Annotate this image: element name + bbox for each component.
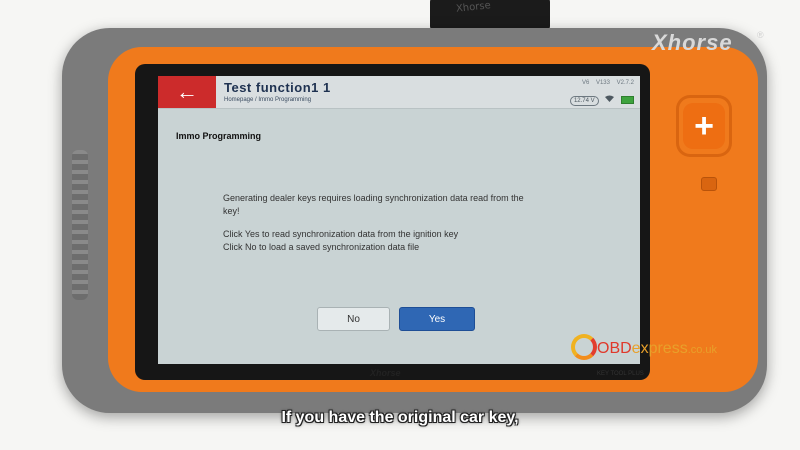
model-label: KEY TOOL PLUS	[597, 371, 644, 377]
watermark-tld: .co.uk	[687, 344, 718, 356]
watermark-express: express	[631, 340, 688, 357]
back-button[interactable]: ←	[158, 76, 216, 108]
status-indicators: 12.74 V	[569, 95, 634, 106]
bottom-brand-logo: Xhorse	[370, 368, 401, 378]
dialog-heading: Immo Programming	[176, 131, 262, 141]
device-screen: ← Test function1 1 Homepage / Immo Progr…	[158, 76, 640, 364]
dialog-message-line3: Click Yes to read synchronization data f…	[223, 229, 459, 239]
left-grip	[72, 150, 88, 300]
watermark-obd: OBD	[597, 340, 632, 357]
no-button[interactable]: No	[317, 307, 390, 331]
status-versions: V6 V133 V2.7.2	[577, 80, 634, 86]
dialog-message-line4: Click No to load a saved synchronization…	[223, 242, 420, 252]
battery-icon	[621, 96, 634, 105]
dialog-message-line2: key!	[223, 206, 240, 216]
registered-mark: ®	[757, 30, 764, 40]
app-titlebar: ← Test function1 1 Homepage / Immo Progr…	[158, 76, 640, 109]
breadcrumb: Homepage / Immo Programming	[224, 97, 312, 103]
brand-logo: Xhorse	[652, 30, 733, 55]
status-version: V2.7.2	[616, 80, 634, 86]
yes-button[interactable]: Yes	[399, 307, 475, 331]
small-hardware-button[interactable]	[701, 177, 717, 191]
watermark-text: OBDexpress.co.uk	[597, 340, 717, 358]
watermark-ring-icon	[571, 334, 597, 360]
status-v-mid: V133	[595, 80, 610, 86]
status-v-left: V6	[581, 80, 590, 86]
video-subtitle: If you have the original car key,	[281, 409, 519, 426]
voltage-badge: 12.74 V	[569, 96, 599, 106]
dialog-message-line1: Generating dealer keys requires loading …	[223, 193, 524, 203]
watermark: OBDexpress.co.uk	[567, 332, 727, 364]
page-title: Test function1 1	[224, 80, 331, 95]
back-arrow-icon: ←	[176, 79, 198, 104]
wifi-icon	[605, 95, 616, 104]
dpad-plus-icon: +	[694, 107, 714, 145]
